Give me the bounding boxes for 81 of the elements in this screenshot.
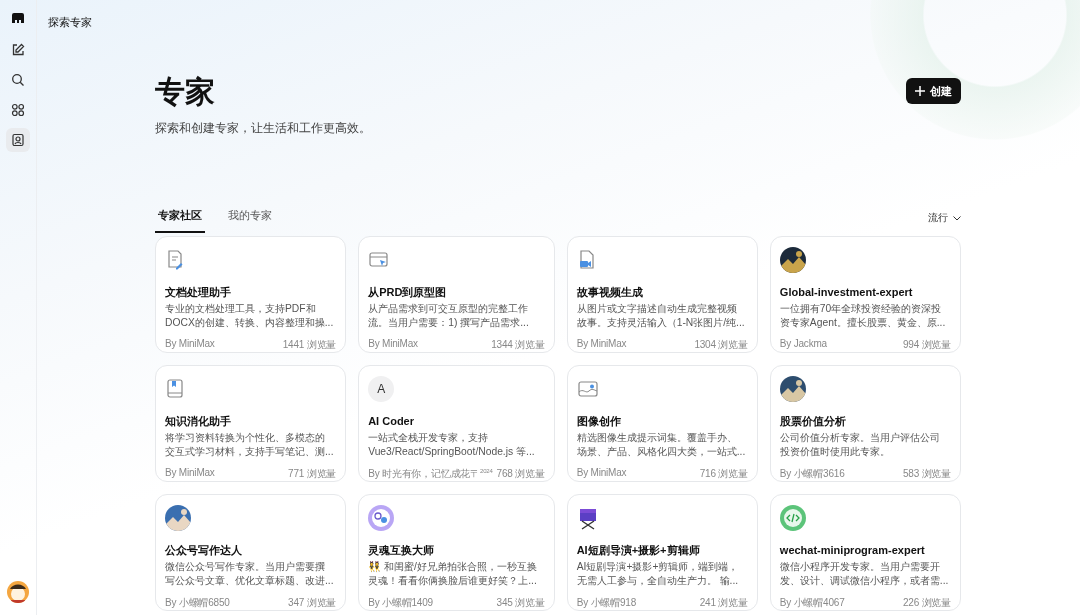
card-title: AI Coder (368, 414, 415, 428)
card-description: 👯 和闺蜜/好兄弟拍张合照，一秒互换 灵魂！看看你俩换脸后谁更好笑？上... (368, 560, 538, 588)
view-count: 994 浏览量 (902, 338, 951, 352)
code-icon (779, 505, 806, 531)
card-title: 从PRD到原型图 (368, 285, 448, 299)
card-title: 故事视频生成 (576, 285, 644, 299)
card-description: 精选图像生成提示词集。覆盖手办、 场景、产品、风格化四大类，一站式... (576, 431, 747, 459)
card-description: 专业的文档处理工具，支持PDF和 DOCX的创建、转换、内容整理和操... (165, 302, 335, 330)
card-description: 微信小程序开发专家。当用户需要开 发、设计、调试微信小程序，或者需... (779, 560, 950, 588)
document-edit-icon (165, 249, 185, 271)
view-count: 583 浏览量 (902, 467, 951, 481)
card-author: By MiniMax (576, 467, 627, 480)
app-logo-icon[interactable] (11, 12, 25, 24)
card-title: wechat-miniprogram-expert (779, 543, 926, 557)
card-author: By 小螺帽6850 (165, 596, 230, 610)
face-swap-icon (368, 505, 395, 531)
edit-icon[interactable] (11, 43, 25, 57)
card-author: By MiniMax (165, 467, 215, 480)
expert-card[interactable]: 灵魂互换大师 👯 和闺蜜/好兄弟拍张合照，一秒互换 灵魂！看看你俩换脸后谁更好笑？上... By 小螺帽1409 345 浏览量 (358, 494, 555, 611)
browser-cursor-icon (368, 250, 391, 270)
card-description: 将学习资料转换为个性化、多模态的 交互式学习材料，支持手写笔记、测... (165, 431, 335, 459)
card-author: By MiniMax (165, 338, 215, 351)
card-title: 文档处理助手 (165, 285, 232, 299)
view-count: 1344 浏览量 (491, 338, 545, 352)
card-author: By 小螺帽918 (576, 596, 636, 610)
card-description: 从图片或文字描述自动生成完整视频 故事。支持灵活输入（1-N张图片/纯... (576, 302, 746, 330)
view-count: 226 浏览量 (902, 596, 951, 610)
expert-card[interactable]: 故事视频生成 从图片或文字描述自动生成完整视频 故事。支持灵活输入（1-N张图片/纯... By MiniMax 1304 浏览量 (566, 236, 758, 353)
avatar-letter: A (368, 376, 395, 402)
expert-card[interactable]: 公众号写作达人 微信公众号写作专家。当用户需要撰 写公众号文章、优化文章标题、改进... By 小螺帽6850 347 浏览量 (155, 494, 347, 611)
card-author: By 时光有你，记忆成花〒$^{2024}$ (368, 467, 493, 481)
card-title: 股票价值分析 (779, 414, 847, 428)
expert-icon[interactable] (11, 133, 25, 147)
expert-card[interactable]: Global-investment-expert 一位拥有70年全球投资经验的资深投 资专家Agent。擅长股票、黄金、原... By Jackma 994 浏览量 (769, 236, 961, 353)
heading: 专家 (155, 74, 216, 110)
sort-dropdown[interactable]: 流行 (928, 211, 961, 225)
card-author: By 小螺帽1409 (368, 596, 433, 610)
card-description: AI短剧导演+摄影+剪辑师，端到端， 无需人工参与，全自动生产力。 输... (576, 560, 740, 588)
plus-icon (915, 86, 925, 96)
expert-card[interactable]: 文档处理助手 专业的文档处理工具，支持PDF和 DOCX的创建、转换、内容整理和操... By MiniMax 1441 浏览量 (155, 236, 347, 353)
tab[interactable]: 我的专家 (225, 203, 275, 233)
expert-card[interactable]: AI短剧导演+摄影+剪辑师 AI短剧导演+摄影+剪辑师，端到端， 无需人工参与，全自动生产力。 输... By 小螺帽918 241 浏览量 (566, 494, 758, 611)
view-count: 1304 浏览量 (694, 338, 748, 352)
card-author: By MiniMax (368, 338, 418, 351)
subtitle: 探索和创建专家，让生活和工作更高效。 (155, 120, 371, 137)
book-icon (165, 378, 185, 400)
tab[interactable]: 专家社区 (155, 203, 205, 233)
view-count: 771 浏览量 (288, 467, 337, 481)
expert-card[interactable]: 知识消化助手 将学习资料转换为个性化、多模态的 交互式学习材料，支持手写笔记、测... By MiniMax 771 浏览量 (155, 365, 347, 482)
card-author: By Jackma (779, 338, 827, 351)
view-count: 716 浏览量 (699, 467, 748, 481)
card-description: 一位拥有70年全球投资经验的资深投 资专家Agent。擅长股票、黄金、原... (779, 302, 947, 330)
view-count: 1441 浏览量 (282, 338, 337, 352)
card-title: 图像创作 (576, 414, 622, 428)
card-author: By 小螺帽3616 (779, 467, 845, 481)
page-title: 探索专家 (48, 14, 92, 30)
card-title: 公众号写作达人 (165, 543, 243, 557)
card-title: 灵魂互换大师 (368, 543, 436, 557)
view-count: 347 浏览量 (288, 596, 337, 610)
card-description: 微信公众号写作专家。当用户需要撰 写公众号文章、优化文章标题、改进... (165, 560, 335, 588)
card-description: 公司价值分析专家。当用户评估公司 投资价值时使用此专家。 (779, 431, 941, 459)
expert-card[interactable]: 股票价值分析 公司价值分析专家。当用户评估公司 投资价值时使用此专家。 By 小螺帽3616 583 浏览量 (769, 365, 961, 482)
image-icon (576, 379, 599, 399)
chevron-down-icon (953, 215, 961, 221)
view-count: 345 浏览量 (496, 596, 545, 610)
expert-card[interactable]: wechat-miniprogram-expert 微信小程序开发专家。当用户需要开 发、设计、调试微信小程序，或者需... By 小螺帽4067 226 浏览量 (769, 494, 961, 611)
card-author: By MiniMax (576, 338, 627, 351)
create-button[interactable]: 创建 (906, 78, 961, 104)
view-count: 768 浏览量 (496, 467, 545, 481)
card-description: 从产品需求到可交互原型的完整工作 流。当用户需要：1) 撰写产品需求... (368, 302, 530, 330)
view-count: 241 浏览量 (699, 596, 748, 610)
grid-icon[interactable] (11, 103, 25, 117)
card-description: 一站式全栈开发专家，支持 Vue3/React/SpringBoot/Node.js 等... (368, 431, 536, 459)
expert-card[interactable]: 图像创作 精选图像生成提示词集。覆盖手办、 场景、产品、风格化四大类，一站式... By MiniMax 716 浏览量 (566, 365, 758, 482)
card-title: 知识消化助手 (165, 414, 232, 428)
expert-card[interactable]: A AI Coder 一站式全栈开发专家，支持 Vue3/React/SpringBoot/Node.js 等... By 时光有你，记忆成花〒$^{2024}$ 768 浏览量 (358, 365, 555, 482)
card-title: Global-investment-expert (779, 285, 914, 299)
card-author: By 小螺帽4067 (779, 596, 845, 610)
card-title: AI短剧导演+摄影+剪辑师 (576, 543, 701, 557)
expert-card[interactable]: 从PRD到原型图 从产品需求到可交互原型的完整工作 流。当用户需要：1) 撰写产品需求... By MiniMax 1344 浏览量 (358, 236, 555, 353)
search-icon[interactable] (11, 73, 25, 87)
